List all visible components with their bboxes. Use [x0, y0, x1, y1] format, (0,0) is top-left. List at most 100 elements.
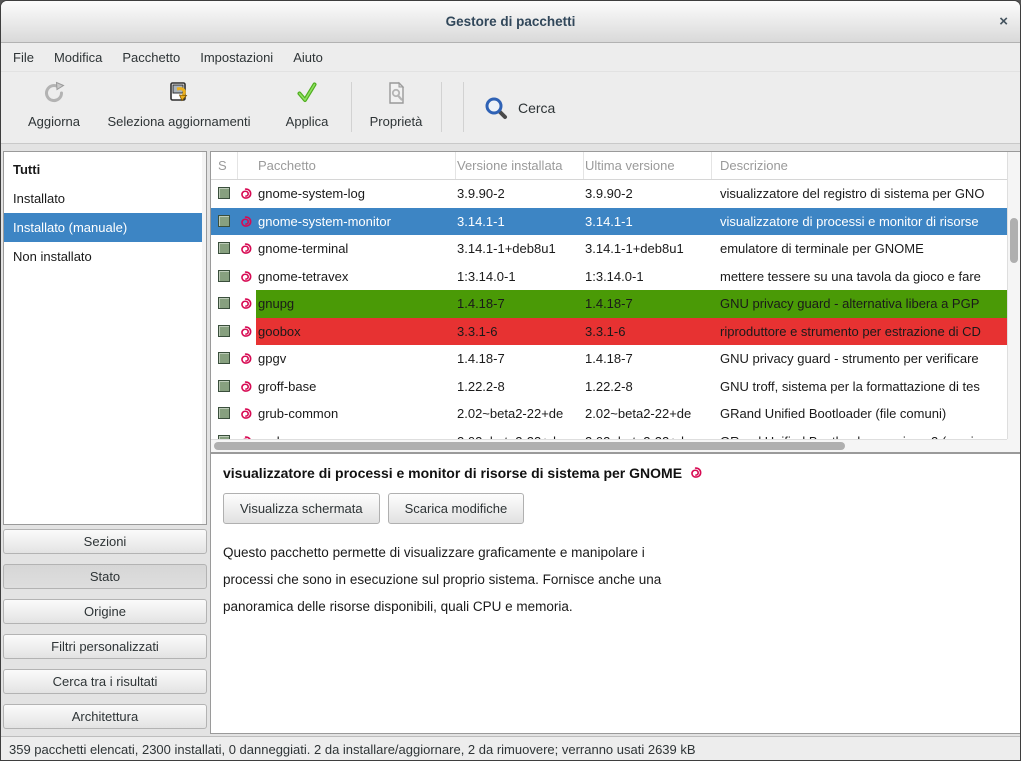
filter-mode-button[interactable]: Sezioni — [3, 529, 207, 554]
package-status-checkbox[interactable] — [217, 296, 232, 311]
debian-swirl-icon — [238, 186, 253, 201]
table-row[interactable]: gnome-terminal 3.14.1-1+deb8u1 3.14.1-1+… — [211, 235, 1007, 263]
latest-version: 1.4.18-7 — [584, 345, 712, 373]
package-name: gnome-tetravex — [256, 263, 456, 291]
latest-version: 3.14.1-1 — [584, 208, 712, 236]
table-row[interactable]: grub-pc 2.02~beta2-22+de 2.02~beta2-22+d… — [211, 428, 1007, 440]
package-name: grub-pc — [256, 428, 456, 440]
header-status[interactable]: S — [211, 152, 238, 179]
package-status-checkbox[interactable] — [217, 379, 232, 394]
filter-list-item[interactable]: Installato — [4, 184, 206, 213]
view-screenshot-button[interactable]: Visualizza schermata — [223, 493, 380, 524]
filter-mode-button[interactable]: Architettura — [3, 704, 207, 729]
table-header: S Pacchetto Versione installata Ultima v… — [211, 152, 1020, 180]
table-row[interactable]: gnome-system-monitor 3.14.1-1 3.14.1-1 v… — [211, 208, 1007, 236]
header-description[interactable]: Descrizione — [712, 152, 1020, 179]
filter-mode-button[interactable]: Origine — [3, 599, 207, 624]
latest-version: 3.3.1-6 — [584, 318, 712, 346]
table-row[interactable]: gnupg 1.4.18-7 1.4.18-7 GNU privacy guar… — [211, 290, 1007, 318]
package-status-checkbox[interactable] — [217, 186, 232, 201]
package-description: visualizzatore di processi e monitor di … — [712, 208, 1007, 236]
latest-version: 3.9.90-2 — [584, 180, 712, 208]
toolbar: Aggiorna Seleziona aggiornamenti Appli — [1, 72, 1020, 144]
debian-swirl-icon — [688, 465, 703, 480]
table-row[interactable]: grub-common 2.02~beta2-22+de 2.02~beta2-… — [211, 400, 1007, 428]
window-title: Gestore di pacchetti — [1, 1, 1020, 43]
menu-modifica[interactable]: Modifica — [44, 43, 112, 72]
package-description: GRand Unified Bootloader, versione 2 (ve… — [712, 428, 1007, 440]
properties-icon — [358, 80, 434, 110]
header-package[interactable]: Pacchetto — [256, 152, 456, 179]
package-description: visualizzatore del registro di sistema p… — [712, 180, 1007, 208]
toolbar-separator — [463, 82, 464, 132]
details-buttons: Visualizza schermata Scarica modifiche — [223, 493, 1008, 524]
latest-version: 3.14.1-1+deb8u1 — [584, 235, 712, 263]
package-description: mettere tessere su una tavola da gioco e… — [712, 263, 1007, 291]
installed-version: 3.9.90-2 — [456, 180, 584, 208]
horizontal-scrollbar[interactable] — [211, 439, 1007, 452]
filter-mode-button[interactable]: Cerca tra i risultati — [3, 669, 207, 694]
package-name: gpgv — [256, 345, 456, 373]
package-table: S Pacchetto Versione installata Ultima v… — [210, 151, 1021, 453]
package-status-checkbox[interactable] — [217, 324, 232, 339]
filter-list-item[interactable]: Non installato — [4, 242, 206, 271]
download-changelog-button[interactable]: Scarica modifiche — [388, 493, 525, 524]
package-status-checkbox[interactable] — [217, 351, 232, 366]
installed-version: 2.02~beta2-22+de — [456, 400, 584, 428]
package-description: riproduttore e strumento per estrazione … — [712, 318, 1007, 346]
filter-mode-buttons: Sezioni Stato Origine Filtri personalizzati… — [3, 529, 207, 729]
package-name: gnupg — [256, 290, 456, 318]
filter-list-item[interactable]: Tutti — [4, 155, 206, 184]
properties-button[interactable]: Proprietà — [358, 78, 434, 138]
vertical-scrollbar[interactable] — [1007, 152, 1020, 439]
filter-mode-button[interactable]: Filtri personalizzati — [3, 634, 207, 659]
table-body: gnome-system-log 3.9.90-2 3.9.90-2 visua… — [211, 180, 1007, 439]
horizontal-scrollbar-thumb[interactable] — [214, 442, 845, 450]
debian-swirl-icon — [238, 241, 253, 256]
app-window: Gestore di pacchetti × FileModificaPacch… — [0, 0, 1021, 761]
package-name: gnome-system-monitor — [256, 208, 456, 236]
menu-impostazioni[interactable]: Impostazioni — [190, 43, 283, 72]
statusbar: 359 pacchetti elencati, 2300 installati,… — [1, 736, 1020, 761]
titlebar[interactable]: Gestore di pacchetti × — [1, 1, 1020, 43]
package-status-checkbox[interactable] — [217, 406, 232, 421]
header-origin[interactable] — [238, 152, 256, 179]
package-status-checkbox[interactable] — [217, 241, 232, 256]
close-icon[interactable]: × — [999, 1, 1008, 43]
menu-aiuto[interactable]: Aiuto — [283, 43, 333, 72]
properties-label: Proprietà — [358, 114, 434, 129]
vertical-scrollbar-thumb[interactable] — [1010, 218, 1018, 263]
search-icon — [483, 95, 509, 121]
package-name: gnome-terminal — [256, 235, 456, 263]
table-row[interactable]: gnome-system-log 3.9.90-2 3.9.90-2 visua… — [211, 180, 1007, 208]
toolbar-separator — [441, 82, 442, 132]
table-row[interactable]: goobox 3.3.1-6 3.3.1-6 riproduttore e st… — [211, 318, 1007, 346]
refresh-icon — [16, 80, 92, 110]
filter-list-item[interactable]: Installato (manuale) — [4, 213, 206, 242]
installed-version: 1:3.14.0-1 — [456, 263, 584, 291]
latest-version: 1.4.18-7 — [584, 290, 712, 318]
scrollbar-corner — [1007, 439, 1020, 452]
table-row[interactable]: gnome-tetravex 1:3.14.0-1 1:3.14.0-1 met… — [211, 263, 1007, 291]
header-latest-version[interactable]: Ultima versione — [584, 152, 712, 179]
table-row[interactable]: gpgv 1.4.18-7 1.4.18-7 GNU privacy guard… — [211, 345, 1007, 373]
header-installed-version[interactable]: Versione installata — [456, 152, 584, 179]
table-row[interactable]: groff-base 1.22.2-8 1.22.2-8 GNU troff, … — [211, 373, 1007, 401]
menu-file[interactable]: File — [3, 43, 44, 72]
menu-pacchetto[interactable]: Pacchetto — [112, 43, 190, 72]
package-summary-text: visualizzatore di processi e monitor di … — [223, 465, 682, 481]
search-button[interactable]: Cerca — [477, 86, 561, 130]
description-line: Questo pacchetto permette di visualizzar… — [223, 539, 1008, 566]
filter-mode-button[interactable]: Stato — [3, 564, 207, 589]
package-name: gnome-system-log — [256, 180, 456, 208]
package-status-checkbox[interactable] — [217, 214, 232, 229]
package-status-checkbox[interactable] — [217, 269, 232, 284]
debian-swirl-icon — [238, 269, 253, 284]
installed-version: 1.4.18-7 — [456, 290, 584, 318]
installed-version: 1.22.2-8 — [456, 373, 584, 401]
refresh-button[interactable]: Aggiorna — [16, 78, 92, 138]
mark-upgrades-button[interactable]: Seleziona aggiornamenti — [99, 78, 259, 138]
apply-button[interactable]: Applica — [269, 78, 345, 138]
package-description-text: Questo pacchetto permette di visualizzar… — [223, 539, 1008, 620]
refresh-label: Aggiorna — [16, 114, 92, 129]
